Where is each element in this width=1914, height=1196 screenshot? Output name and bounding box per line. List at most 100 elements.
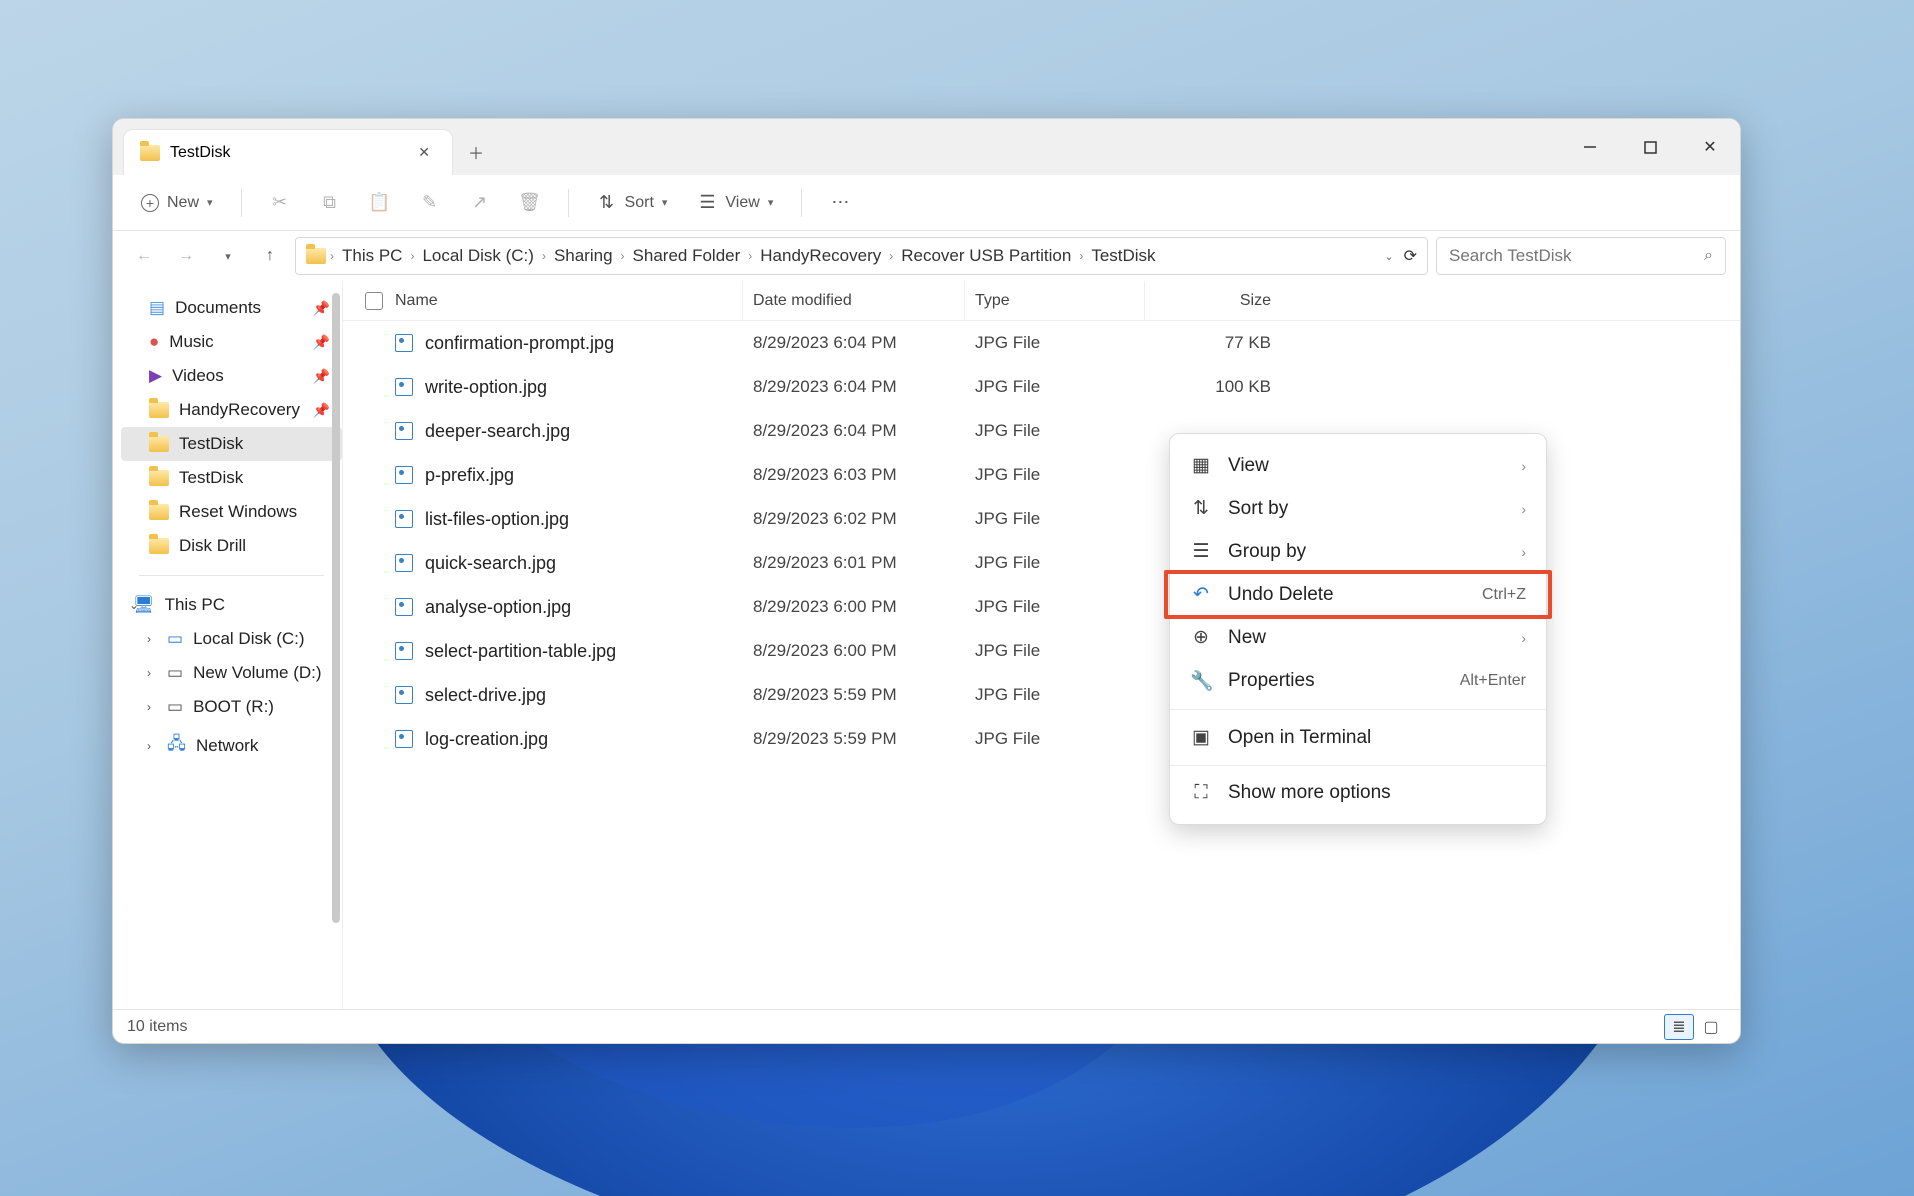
- sidebar-item-network[interactable]: ›🖧Network: [121, 724, 342, 767]
- navigation-sidebar: ▤Documents📌 ●Music📌 ▶Videos📌 HandyRecove…: [113, 281, 343, 1009]
- column-date[interactable]: Date modified: [743, 281, 965, 320]
- search-input[interactable]: [1449, 246, 1679, 266]
- copy-button[interactable]: ⧉: [312, 187, 348, 219]
- sidebar-item-disk-drill[interactable]: Disk Drill: [121, 529, 342, 563]
- chevron-right-icon[interactable]: ›: [147, 700, 151, 714]
- minimize-button[interactable]: [1560, 119, 1620, 175]
- file-row[interactable]: confirmation-prompt.jpg8/29/2023 6:04 PM…: [343, 321, 1740, 365]
- tab-title: TestDisk: [170, 144, 230, 162]
- view-button[interactable]: ☰View▾: [689, 187, 781, 219]
- search-box[interactable]: ⌕: [1436, 237, 1726, 275]
- more-icon: ⋯: [830, 193, 850, 213]
- more-button[interactable]: ⋯: [822, 187, 858, 219]
- music-icon: ●: [149, 332, 159, 352]
- sidebar-scrollbar[interactable]: [332, 293, 340, 923]
- share-button[interactable]: ↗: [462, 187, 498, 219]
- file-type: JPG File: [965, 333, 1145, 353]
- videos-icon: ▶: [149, 366, 162, 386]
- ctx-new[interactable]: ⊕New›: [1170, 616, 1546, 659]
- folder-icon: [149, 436, 169, 452]
- file-type: JPG File: [965, 377, 1145, 397]
- select-all-checkbox[interactable]: [365, 292, 383, 310]
- sidebar-item-music[interactable]: ●Music📌: [121, 325, 342, 359]
- file-size: 100 KB: [1145, 377, 1281, 397]
- ctx-view[interactable]: ▦View›: [1170, 444, 1546, 487]
- column-size[interactable]: Size: [1145, 281, 1281, 320]
- trash-icon: 🗑: [520, 193, 540, 213]
- file-list-pane: Name Date modified Type Size confirmatio…: [343, 281, 1740, 1009]
- file-name: log-creation.jpg: [425, 729, 548, 750]
- sidebar-item-reset-windows[interactable]: Reset Windows: [121, 495, 342, 529]
- file-explorer-window: TestDisk ✕ ＋ ✕ + New ▾ ✂ ⧉ 📋 ✎ ↗ 🗑 ⇅Sort…: [112, 118, 1741, 1044]
- chevron-right-icon[interactable]: ›: [147, 632, 151, 646]
- maximize-button[interactable]: [1620, 119, 1680, 175]
- plus-circle-icon: +: [141, 194, 159, 212]
- image-file-icon: [395, 730, 413, 748]
- undo-icon: ↶: [1190, 583, 1212, 606]
- image-file-icon: [395, 686, 413, 704]
- refresh-button[interactable]: ⟳: [1404, 246, 1417, 266]
- rename-button[interactable]: ✎: [412, 187, 448, 219]
- chevron-down-icon[interactable]: ⌄: [129, 598, 139, 612]
- ctx-sort-by[interactable]: ⇅Sort by›: [1170, 487, 1546, 530]
- sidebar-item-this-pc[interactable]: ⌄🖥This PC: [121, 588, 342, 622]
- sidebar-item-local-disk-c[interactable]: ›▭Local Disk (C:): [121, 622, 342, 656]
- new-tab-button[interactable]: ＋: [453, 129, 499, 175]
- ctx-open-terminal[interactable]: ▣Open in Terminal: [1170, 716, 1546, 759]
- wrench-icon: 🔧: [1190, 669, 1212, 693]
- image-file-icon: [395, 466, 413, 484]
- tab-testdisk[interactable]: TestDisk ✕: [123, 129, 453, 175]
- sort-button[interactable]: ⇅Sort▾: [589, 187, 676, 219]
- thumbnails-view-button[interactable]: ▢: [1696, 1014, 1726, 1040]
- chevron-right-icon: ›: [1521, 501, 1526, 517]
- paste-button[interactable]: 📋: [362, 187, 398, 219]
- cut-button[interactable]: ✂: [262, 187, 298, 219]
- file-name: p-prefix.jpg: [425, 465, 514, 486]
- crumb-testdisk[interactable]: TestDisk: [1087, 244, 1159, 268]
- ctx-undo-delete[interactable]: ↶Undo DeleteCtrl+Z: [1170, 573, 1546, 616]
- address-history-button[interactable]: ⌄: [1384, 250, 1393, 263]
- file-type: JPG File: [965, 685, 1145, 705]
- documents-icon: ▤: [149, 298, 165, 318]
- copy-icon: ⧉: [320, 193, 340, 213]
- sidebar-item-testdisk[interactable]: TestDisk: [121, 461, 342, 495]
- forward-button[interactable]: →: [169, 239, 203, 273]
- crumb-recover-usb[interactable]: Recover USB Partition: [897, 244, 1075, 268]
- file-type: JPG File: [965, 465, 1145, 485]
- sidebar-item-boot-r[interactable]: ›▭BOOT (R:): [121, 690, 342, 724]
- crumb-handyrecovery[interactable]: HandyRecovery: [756, 244, 885, 268]
- sidebar-item-handyrecovery[interactable]: HandyRecovery📌: [121, 393, 342, 427]
- chevron-right-icon[interactable]: ›: [147, 666, 151, 680]
- back-button[interactable]: ←: [127, 239, 161, 273]
- file-row[interactable]: write-option.jpg8/29/2023 6:04 PMJPG Fil…: [343, 365, 1740, 409]
- new-button[interactable]: + New ▾: [133, 188, 221, 218]
- up-button[interactable]: ↑: [253, 239, 287, 273]
- address-bar-row: ← → ▾ ↑ › This PC› Local Disk (C:)› Shar…: [113, 231, 1740, 281]
- breadcrumb-bar[interactable]: › This PC› Local Disk (C:)› Sharing› Sha…: [295, 237, 1428, 275]
- crumb-sharing[interactable]: Sharing: [550, 244, 617, 268]
- details-view-button[interactable]: ≣: [1664, 1014, 1694, 1040]
- crumb-local-disk[interactable]: Local Disk (C:): [418, 244, 537, 268]
- image-file-icon: [395, 378, 413, 396]
- ctx-properties[interactable]: 🔧PropertiesAlt+Enter: [1170, 659, 1546, 703]
- close-window-button[interactable]: ✕: [1680, 119, 1740, 175]
- column-name[interactable]: Name: [355, 281, 743, 320]
- crumb-this-pc[interactable]: This PC: [338, 244, 406, 268]
- file-type: JPG File: [965, 509, 1145, 529]
- file-date: 8/29/2023 6:03 PM: [743, 465, 965, 485]
- ctx-group-by[interactable]: ☰Group by›: [1170, 530, 1546, 573]
- sort-icon: ⇅: [597, 193, 617, 213]
- column-headers: Name Date modified Type Size: [343, 281, 1740, 321]
- file-date: 8/29/2023 6:00 PM: [743, 597, 965, 617]
- sidebar-item-videos[interactable]: ▶Videos📌: [121, 359, 342, 393]
- column-type[interactable]: Type: [965, 281, 1145, 320]
- sidebar-item-documents[interactable]: ▤Documents📌: [121, 291, 342, 325]
- chevron-right-icon[interactable]: ›: [147, 739, 151, 753]
- delete-button[interactable]: 🗑: [512, 187, 548, 219]
- close-tab-button[interactable]: ✕: [418, 144, 430, 161]
- ctx-show-more[interactable]: ⛶Show more options: [1170, 772, 1546, 814]
- recent-locations-button[interactable]: ▾: [211, 239, 245, 273]
- sidebar-item-testdisk-selected[interactable]: TestDisk: [121, 427, 342, 461]
- crumb-shared-folder[interactable]: Shared Folder: [629, 244, 745, 268]
- sidebar-item-new-volume-d[interactable]: ›▭New Volume (D:): [121, 656, 342, 690]
